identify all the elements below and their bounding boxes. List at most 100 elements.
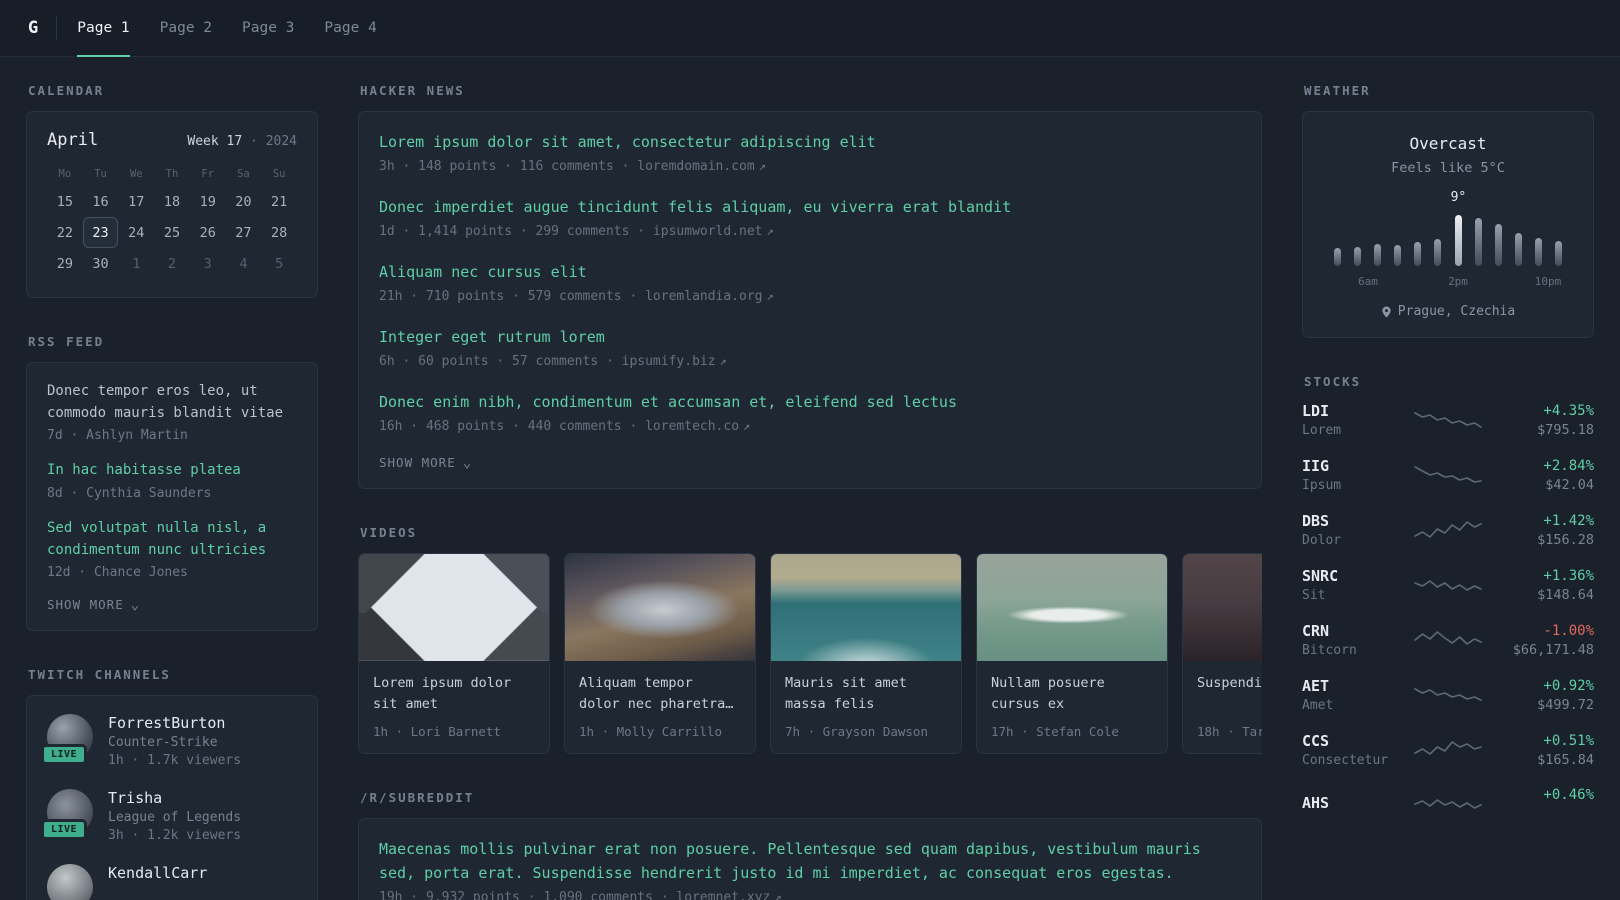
twitch-channel-row[interactable]: LIVE ForrestBurton Counter-Strike 1h · 1… bbox=[41, 714, 297, 768]
twitch-channel-info: ForrestBurton Counter-Strike 1h · 1.7k v… bbox=[108, 714, 241, 768]
calendar-day-selected: 23 bbox=[82, 217, 119, 248]
stock-ticker: SNRC bbox=[1302, 567, 1339, 585]
calendar-day: 21 bbox=[271, 194, 288, 210]
stock-row[interactable]: LDI Lorem +4.35% $795.18 bbox=[1302, 402, 1594, 438]
twitch-channel-row[interactable]: KendallCarr bbox=[47, 864, 297, 900]
hackernews-item-link[interactable]: Donec imperdiet augue tincidunt felis al… bbox=[379, 195, 1241, 219]
rss-item: In hac habitasse platea 8d · Cynthia Sau… bbox=[47, 460, 297, 501]
video-title: Mauris sit amet massa felis bbox=[785, 675, 907, 712]
tab-page-1[interactable]: Page 1 bbox=[77, 0, 131, 57]
twitch-avatar-wrap: LIVE bbox=[41, 789, 93, 841]
stock-sparkline bbox=[1414, 412, 1482, 428]
calendar-week-year: Week 17 · 2024 bbox=[187, 134, 297, 149]
stock-sparkline bbox=[1414, 688, 1482, 701]
video-card[interactable]: Lorem ipsum dolor sit amet consectetu… 1… bbox=[358, 553, 550, 754]
hackernews-item-meta: 6h · 60 points · 57 comments · ipsumify.… bbox=[379, 354, 727, 369]
weather-widget: WEATHER Overcast Feels like 5°C 9° 6am 2… bbox=[1302, 83, 1594, 338]
stock-change: +1.42% bbox=[1543, 512, 1594, 529]
tab-page-2[interactable]: Page 2 bbox=[160, 0, 212, 56]
subreddit-widget-title: /R/SUBREDDIT bbox=[360, 790, 475, 805]
weather-location: Prague, Czechia bbox=[1323, 304, 1573, 319]
calendar-day: 5 bbox=[275, 256, 284, 272]
hackernews-item: Lorem ipsum dolor sit amet, consectetur … bbox=[379, 130, 1241, 174]
stock-price: $156.28 bbox=[1537, 531, 1594, 548]
weather-bar bbox=[1468, 212, 1488, 266]
stock-row[interactable]: SNRC Sit +1.36% $148.64 bbox=[1302, 567, 1594, 603]
avatar bbox=[47, 864, 93, 900]
twitch-channel-meta: 1h · 1.7k viewers bbox=[108, 753, 242, 769]
calendar-day: 3 bbox=[203, 256, 212, 272]
rss-item-meta: 7d · Ashlyn Martin bbox=[47, 428, 188, 444]
weather-feels-like: Feels like 5°C bbox=[1391, 160, 1505, 176]
twitch-channel-row[interactable]: LIVE Trisha League of Legends 3h · 1.2k … bbox=[41, 789, 297, 844]
stock-row[interactable]: CRN Bitcorn -1.00% $66,171.48 bbox=[1302, 622, 1594, 658]
stock-row[interactable]: DBS Dolor +1.42% $156.28 bbox=[1302, 512, 1594, 548]
hackernews-item-link[interactable]: Aliquam nec cursus elit bbox=[379, 260, 1241, 284]
twitch-channel-name: ForrestBurton bbox=[108, 714, 226, 733]
stock-name: Dolor bbox=[1302, 533, 1342, 548]
weather-bar bbox=[1529, 212, 1549, 266]
weather-bar bbox=[1408, 212, 1428, 266]
calendar-day-header: We bbox=[129, 168, 143, 180]
stock-row[interactable]: AHS +0.46% bbox=[1302, 787, 1594, 822]
calendar-day: 4 bbox=[239, 256, 248, 272]
twitch-avatar-wrap: LIVE bbox=[41, 714, 93, 766]
stock-price: $165.84 bbox=[1537, 751, 1594, 768]
stock-row[interactable]: CCS Consectetur +0.51% $165.84 bbox=[1302, 732, 1594, 768]
stock-name: Ipsum bbox=[1302, 478, 1342, 493]
external-link-icon: ↗ bbox=[774, 890, 782, 900]
calendar-day-header: Su bbox=[272, 168, 286, 180]
video-card[interactable]: Mauris sit amet massa felis 7h · Grayson… bbox=[770, 553, 962, 754]
calendar-day: 18 bbox=[163, 194, 181, 210]
subreddit-post: Maecenas mollis pulvinar erat non posuer… bbox=[379, 837, 1241, 900]
rss-card: Donec tempor eros leo, ut commodo mauris… bbox=[26, 362, 318, 632]
calendar-day: 27 bbox=[235, 225, 252, 241]
calendar-day: 16 bbox=[92, 194, 109, 210]
calendar-day-header: Th bbox=[165, 168, 179, 180]
stock-row[interactable]: IIG Ipsum +2.84% $42.04 bbox=[1302, 457, 1594, 493]
weather-tick: 10pm bbox=[1534, 275, 1562, 288]
video-meta: 18h · Tara bbox=[1197, 724, 1262, 739]
weather-bar bbox=[1448, 212, 1468, 266]
stock-ticker: AHS bbox=[1302, 794, 1330, 812]
stock-change: +1.36% bbox=[1543, 567, 1594, 584]
rss-item-link[interactable]: Donec tempor eros leo, ut commodo mauris… bbox=[47, 381, 297, 424]
calendar-day: 30 bbox=[92, 256, 109, 272]
stock-ticker: IIG bbox=[1302, 457, 1330, 475]
tab-page-3[interactable]: Page 3 bbox=[242, 0, 294, 56]
video-card[interactable]: Nullam posuere cursus ex 17h · Stefan Co… bbox=[976, 553, 1168, 754]
tab-page-4[interactable]: Page 4 bbox=[324, 0, 376, 56]
twitch-channel-category: Counter-Strike bbox=[108, 735, 218, 751]
hackernews-item-link[interactable]: Donec enim nibh, condimentum et accumsan… bbox=[379, 390, 1241, 414]
page-tabs: Page 1 Page 2 Page 3 Page 4 bbox=[77, 0, 377, 57]
rss-widget-title: RSS FEED bbox=[28, 334, 105, 349]
rss-item-link[interactable]: Sed volutpat nulla nisl, a condimentum n… bbox=[47, 518, 297, 561]
rss-item-meta: 8d · Cynthia Saunders bbox=[47, 486, 212, 502]
app-logo[interactable]: G bbox=[28, 18, 38, 38]
video-card[interactable]: Suspendisse diam 18h · Tara bbox=[1182, 553, 1262, 754]
stock-price: $148.64 bbox=[1537, 586, 1594, 603]
twitch-channel-meta: 3h · 1.2k viewers bbox=[108, 828, 242, 844]
rss-item-link[interactable]: In hac habitasse platea bbox=[47, 460, 297, 482]
video-thumbnail bbox=[771, 554, 961, 661]
stock-row[interactable]: AET Amet +0.92% $499.72 bbox=[1302, 677, 1594, 713]
stocks-list: LDI Lorem +4.35% $795.18 IIG Ipsum +2.84% $4… bbox=[1302, 402, 1594, 822]
video-title: Nullam posuere cursus ex bbox=[991, 675, 1105, 712]
hackernews-item: Aliquam nec cursus elit 21h · 710 points… bbox=[379, 260, 1241, 304]
video-meta: 1h · Molly Carrillo bbox=[579, 724, 722, 739]
subreddit-post-link[interactable]: Maecenas mollis pulvinar erat non posuer… bbox=[379, 837, 1241, 885]
hackernews-item-meta: 1d · 1,414 points · 299 comments · ipsum… bbox=[379, 224, 774, 239]
calendar-day: 1 bbox=[132, 256, 141, 272]
calendar-header: April Week 17 · 2024 bbox=[47, 130, 297, 150]
hackernews-item-meta: 3h · 148 points · 116 comments · loremdo… bbox=[379, 159, 766, 174]
right-column: WEATHER Overcast Feels like 5°C 9° 6am 2… bbox=[1302, 83, 1594, 900]
hackernews-show-more-button[interactable]: SHOW MORE ⌄ bbox=[379, 455, 1241, 470]
rss-show-more-button[interactable]: SHOW MORE ⌄ bbox=[47, 597, 297, 612]
hackernews-item-link[interactable]: Lorem ipsum dolor sit amet, consectetur … bbox=[379, 130, 1241, 154]
stock-sparkline bbox=[1414, 741, 1482, 755]
video-card[interactable]: Aliquam tempor dolor nec pharetra… 1h · … bbox=[564, 553, 756, 754]
weather-location-text: Prague, Czechia bbox=[1397, 304, 1516, 319]
stock-change: +0.92% bbox=[1543, 677, 1594, 694]
hackernews-item-link[interactable]: Integer eget rutrum lorem bbox=[379, 325, 1241, 349]
calendar-day: 17 bbox=[128, 194, 145, 210]
